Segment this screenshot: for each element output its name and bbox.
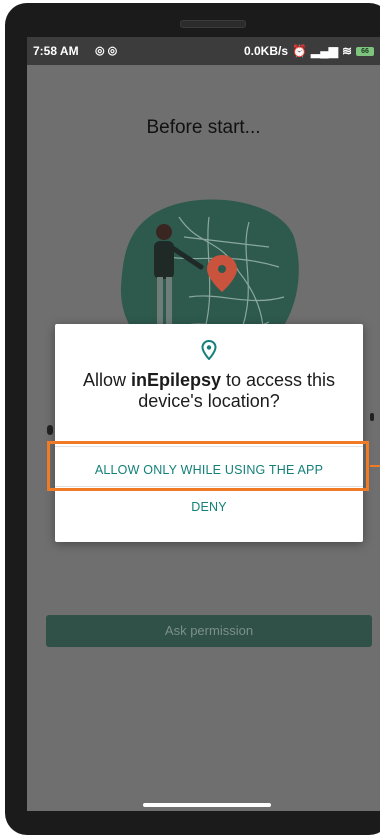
dialog-message-prefix: Allow xyxy=(82,370,131,390)
screen: 7:58 AM ◎ ◎ 0.0KB/s ⏰ ▂▄▆ ≋ 66 Before st… xyxy=(27,37,380,811)
deny-button[interactable]: DENY xyxy=(55,492,363,522)
highlight-pointer xyxy=(370,465,380,467)
permission-dialog: Allow inEpilepsy to access this device's… xyxy=(55,324,363,542)
status-time: 7:58 AM xyxy=(33,44,79,58)
battery-icon: 66 xyxy=(356,46,374,56)
page-title: Before start... xyxy=(146,117,261,138)
background-text-fragment xyxy=(370,413,374,421)
highlight-box xyxy=(47,441,369,491)
ask-permission-button[interactable]: Ask permission xyxy=(46,615,372,647)
wifi-icon: ≋ xyxy=(341,44,352,58)
dialog-message: Allow inEpilepsy to access this device's… xyxy=(75,370,343,412)
network-speed: 0.0KB/s xyxy=(243,44,289,58)
alarm-icon: ⏰ xyxy=(292,44,307,58)
signal-icon: ▂▄▆ xyxy=(310,44,338,58)
status-right: 0.0KB/s ⏰ ▂▄▆ ≋ 66 xyxy=(244,44,374,58)
status-bar: 7:58 AM ◎ ◎ 0.0KB/s ⏰ ▂▄▆ ≋ 66 xyxy=(27,37,380,65)
location-pin-icon xyxy=(201,340,217,360)
gesture-nav-bar[interactable] xyxy=(143,803,271,807)
app-name: inEpilepsy xyxy=(130,370,221,390)
speaker-grille xyxy=(180,20,246,28)
notification-icons: ◎ ◎ xyxy=(95,45,118,57)
background-text-fragment xyxy=(47,425,53,435)
